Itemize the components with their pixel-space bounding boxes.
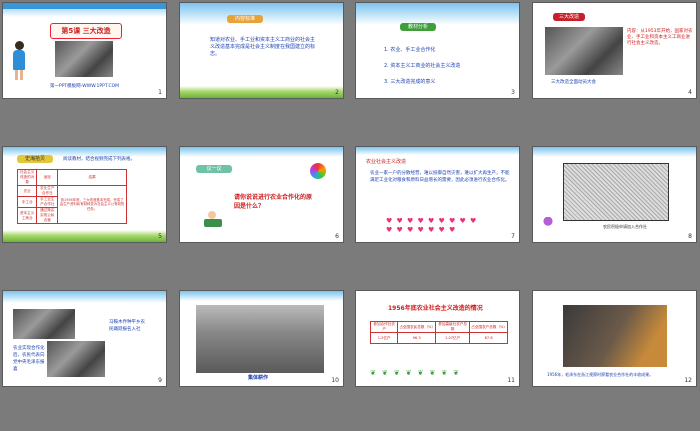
slide-number: 7 (511, 233, 515, 240)
slide-heading: 农业社会主义改造 (366, 159, 407, 165)
slide-thumbnail-11[interactable]: 1956年底农业社会主义改造的情况 参加合作社农户 占全国农民总数（%） 参加高级社… (355, 290, 520, 387)
table-header: 社会主义改造的对象 (16, 169, 38, 186)
slide-thumbnail-2[interactable]: 内容标准 知道对农业、手工业和资本主义工商业的社会主义改造基本完成是社会主义制度… (179, 2, 344, 99)
slide-number: 6 (335, 233, 339, 240)
table-cell: 1.07亿户 (434, 332, 471, 344)
slide-heading: 内容标准 (227, 15, 263, 23)
slide-number: 1 (158, 89, 162, 96)
body-text: 知道对农业、手工业和资本主义工商业的社会主义改造基本完成是社会主义制度在我国建立… (210, 37, 316, 57)
body-text: 内容：从1953年开始，国家对农业、手工业和资本主义工商业进行社会主义改造。 (627, 29, 693, 46)
table-result: 到1956年底，三大改造基本完成。完成了由生产资料私有制转变为社会主义公有制的任… (57, 185, 127, 224)
slide-thumbnail-8[interactable]: 农民积极申请加入合作社 8 (532, 146, 697, 243)
question-text: 请你说说进行农业合作化的原因是什么？ (234, 194, 313, 210)
slide-number: 8 (688, 233, 692, 240)
slide-number: 11 (507, 377, 515, 384)
mao-photo (563, 305, 667, 367)
table-cell: 农业 (16, 185, 38, 197)
stats-table: 参加合作社农户 占全国农民总数（%） 参加高级社农户总数 占全国农户总数（%） 1.2… (369, 321, 508, 344)
slide-number: 4 (688, 89, 692, 96)
historical-drawing (563, 163, 669, 221)
caption: 农民积极申请加入合作社 (603, 224, 647, 229)
table-cell: 农业生产合作社 (36, 185, 59, 197)
slide-number: 2 (335, 89, 339, 96)
teacher-figure (11, 41, 27, 81)
flower-icon (543, 217, 553, 231)
slide-heading: 教材分析 (400, 23, 436, 31)
table-cell: 手工业 (16, 196, 38, 208)
slide-number: 10 (331, 377, 339, 384)
slide-thumbnail-7[interactable]: 农业社会主义改造 农业一家一户的分散经营，难以抵御自然灾害，难以扩大再生产，不能… (355, 146, 520, 243)
history-photo (55, 41, 113, 77)
slide-thumbnail-4[interactable]: 三大改造 三大改造全面动员大会 内容：从1953年开始，国家对农业、手工业和资本… (532, 2, 697, 99)
caption-bottom: 农业实现合作化后，农民代表向党中央毛泽东报喜 (13, 346, 45, 372)
outline-item: 1. 农业、手工业合作化 (384, 47, 436, 53)
table-header: 参加高级社农户总数 (434, 321, 471, 333)
slide-thumbnail-10[interactable]: 集体耕作 10 (179, 290, 344, 387)
slide-thumbnail-3[interactable]: 教材分析 1. 农业、手工业合作化 2. 资本主义工商业的社会主义改造 3. 三… (355, 2, 520, 99)
outline-item: 2. 资本主义工商业的社会主义改造 (384, 63, 461, 69)
table-cell: 96.3 (397, 332, 436, 344)
slide-number: 12 (684, 377, 692, 384)
farming-photo (196, 305, 324, 373)
caption: 三大改造全面动员大会 (551, 80, 596, 85)
hearts-decoration: ♥ ♥ ♥ ♥ ♥ ♥ ♥ ♥ ♥ ♥ ♥ ♥ ♥ ♥ ♥ ♥ (386, 217, 478, 234)
caption: 集体耕作 (248, 375, 269, 381)
slide-number: 5 (158, 233, 162, 240)
leaves-decoration: ❦❦❦❦❦❦❦❦ (370, 369, 465, 377)
pinwheel-icon (310, 163, 326, 179)
table-cell: 1.2亿户 (369, 332, 399, 344)
slide-title: 第5课 三大改造 (50, 23, 122, 39)
slide-thumbnail-5[interactable]: 史海拾贝 阅读教材，结合视频完成下列表格。 社会主义改造的对象 途径 结果 农业 农业… (2, 146, 167, 243)
slide-heading: 议一议 (196, 165, 232, 173)
student-figure (202, 211, 224, 231)
slide-thumbnail-6[interactable]: 议一议 请你说说进行农业合作化的原因是什么？ 6 (179, 146, 344, 243)
intro-text: 阅读教材，结合视频完成下列表格。 (63, 157, 135, 162)
table-header: 结果 (57, 169, 127, 186)
body-text: 农业一家一户的分散经营，难以抵御自然灾害，难以扩大再生产，不能满足工业化对粮食和… (370, 171, 510, 183)
footer-text: 第一PPT模板网-WWW.1PPT.COM (50, 84, 120, 89)
slide-thumbnail-12[interactable]: 1956年，毛泽东在浙江视察时察看农业合作社的丰收成果。 12 (532, 290, 697, 387)
table-header: 占全国农民总数（%） (397, 321, 436, 333)
table-cell: 手工业生产合作社 (36, 196, 59, 208)
slide-heading: 三大改造 (553, 13, 585, 21)
table-cell: 通过赎买实现公私合营 (36, 207, 59, 224)
outline-item: 3. 三大改造完成的意义 (384, 79, 436, 85)
table-header: 占全国农户总数（%） (469, 321, 508, 333)
table-title: 1956年底农业社会主义改造的情况 (388, 305, 483, 312)
slide-thumbnail-1[interactable]: 第5课 三大改造 第一PPT模板网-WWW.1PPT.COM 1 (2, 2, 167, 99)
table-cell: 资本主义工商业 (16, 207, 38, 224)
slide-number: 9 (158, 377, 162, 384)
table-cell: 87.8 (469, 332, 508, 344)
caption-top: 马鞍木乔种平乡农民踊跃报名入社 (109, 320, 145, 332)
slide-thumbnail-9[interactable]: 马鞍木乔种平乡农民踊跃报名入社 农业实现合作化后，农民代表向党中央毛泽东报喜 9 (2, 290, 167, 387)
table-header: 途径 (36, 169, 59, 186)
table-header: 参加合作社农户 (369, 321, 399, 333)
caption: 1956年，毛泽东在浙江视察时察看农业合作社的丰收成果。 (547, 372, 654, 377)
reform-table: 社会主义改造的对象 途径 结果 农业 农业生产合作社 到1956年底，三大改造基本完成。… (16, 169, 127, 224)
slide-number: 3 (511, 89, 515, 96)
meeting-photo (545, 27, 623, 75)
photo-top (13, 309, 75, 339)
photo-bottom (47, 341, 105, 377)
slide-heading: 史海拾贝 (17, 155, 53, 163)
